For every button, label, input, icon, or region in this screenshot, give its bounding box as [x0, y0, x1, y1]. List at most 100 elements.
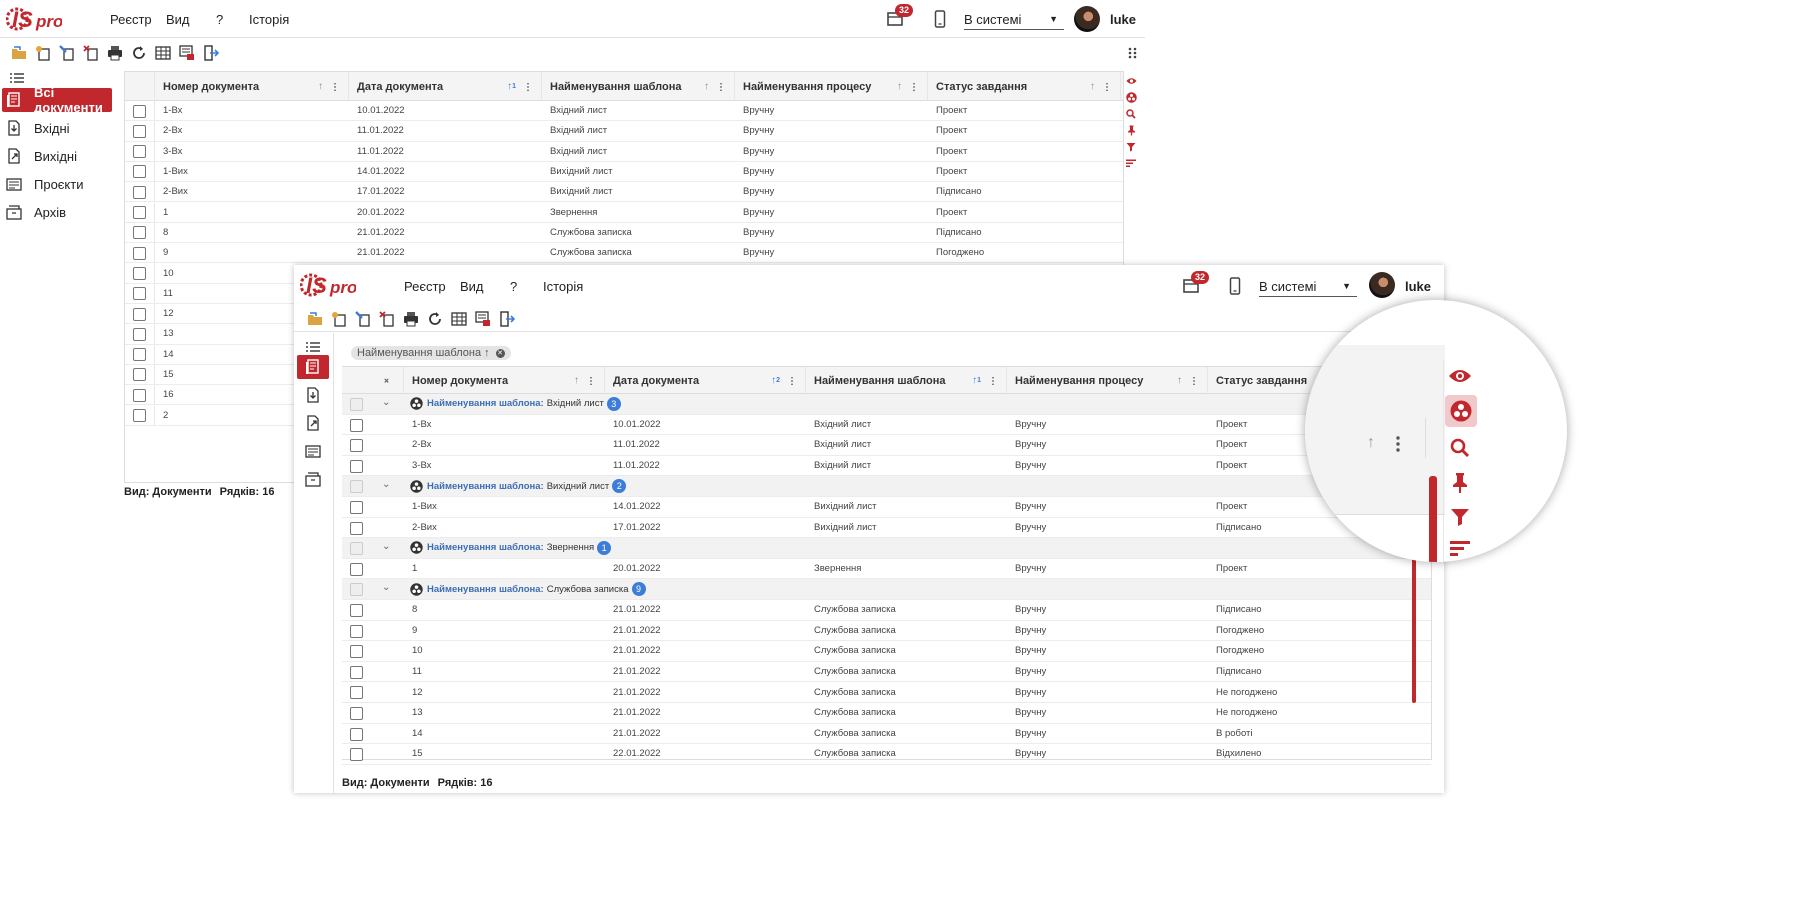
zoom-filter-icon[interactable]: [1450, 507, 1470, 532]
eye-icon[interactable]: [1125, 75, 1137, 87]
column-header[interactable]: Найменування процесу ↑ ⋯: [1007, 367, 1208, 394]
menu-item-3[interactable]: Історія: [249, 12, 289, 27]
row-checkbox[interactable]: [133, 307, 146, 321]
column-header[interactable]: Номер документа ↑ ⋯: [155, 72, 349, 101]
row-checkbox[interactable]: [133, 185, 146, 199]
table-row[interactable]: 1-Вх 10.01.2022 Вхідний лист Вручну Проект: [342, 415, 1431, 436]
sort-asc-icon[interactable]: ↑: [574, 375, 579, 386]
status-select[interactable]: В системі ▼: [1259, 279, 1357, 297]
exit-icon[interactable]: [498, 310, 516, 328]
avatar[interactable]: [1074, 6, 1100, 32]
group-icon[interactable]: [1125, 92, 1137, 104]
row-checkbox[interactable]: [133, 206, 146, 219]
row-checkbox[interactable]: [133, 145, 146, 159]
table-row[interactable]: 2-Вих 17.01.2022 Вихідний лист Вручну Підпис…: [125, 182, 1123, 203]
remove-chip-icon[interactable]: ✕: [495, 348, 505, 358]
row-checkbox[interactable]: [133, 124, 146, 138]
avatar[interactable]: [1369, 272, 1395, 298]
column-header[interactable]: Номер документа ↑ ⋯: [404, 367, 605, 394]
menu-item-1[interactable]: Вид: [460, 279, 484, 294]
nav-item-0[interactable]: [297, 355, 329, 379]
group-row[interactable]: ⌄ Найменування шаблона: Службова записка 9: [342, 579, 1431, 600]
row-checkbox[interactable]: [133, 287, 146, 301]
group-row[interactable]: ⌄ Найменування шаблона: Вхідний лист 3: [342, 394, 1431, 415]
zoom-group-icon[interactable]: [1445, 395, 1477, 427]
nav-item-1[interactable]: [297, 383, 329, 407]
group-row[interactable]: ⌄ Найменування шаблона: Вихідний лист 2: [342, 476, 1431, 497]
nav-item-3[interactable]: [297, 439, 329, 463]
table-row[interactable]: 12 21.01.2022 Службова записка Вручну Не пог…: [342, 682, 1431, 703]
column-menu-icon[interactable]: ⋯: [1188, 376, 1199, 385]
menu-item-3[interactable]: Історія: [543, 279, 583, 294]
row-checkbox[interactable]: [350, 707, 363, 720]
column-menu-icon[interactable]: ⋯: [585, 376, 596, 385]
table-row[interactable]: 9 21.01.2022 Службова записка Вручну Погодже…: [125, 243, 1123, 264]
table-row[interactable]: 13 21.01.2022 Службова записка Вручну Не пог…: [342, 703, 1431, 724]
group-checkbox[interactable]: [350, 398, 363, 411]
row-checkbox[interactable]: [350, 521, 363, 535]
row-checkbox[interactable]: [133, 226, 146, 240]
nav-item-2[interactable]: Вихідні: [2, 144, 112, 168]
column-header[interactable]: Статус завдання ↑ ⋯: [928, 72, 1121, 101]
table-row[interactable]: 8 21.01.2022 Службова записка Вручну Підписа…: [342, 600, 1431, 621]
table-row[interactable]: 1 20.01.2022 Звернення Вручну Проект: [342, 559, 1431, 580]
notifications-icon[interactable]: 32: [885, 4, 914, 32]
pin-icon[interactable]: [1125, 125, 1137, 137]
zoom-sort-lines-icon[interactable]: [1450, 540, 1470, 562]
nav-item-4[interactable]: Архів: [2, 200, 112, 224]
table-row[interactable]: 1-Вих 14.01.2022 Вихідний лист Вручну Проект: [342, 497, 1431, 518]
row-checkbox[interactable]: [133, 165, 146, 179]
apps-grid-icon[interactable]: [1128, 46, 1138, 64]
sort-asc-icon[interactable]: ↑: [897, 81, 902, 92]
edit-document-icon[interactable]: [58, 44, 76, 62]
table-row[interactable]: 14 21.01.2022 Службова записка Вручну В робо…: [342, 724, 1431, 745]
row-checkbox[interactable]: [350, 439, 363, 453]
group-chip[interactable]: Найменування шаблона ↑ ✕: [351, 346, 511, 360]
group-checkbox[interactable]: [350, 583, 363, 597]
zoom-eye-icon[interactable]: [1448, 368, 1472, 389]
sort-asc-icon[interactable]: ↑: [1177, 375, 1182, 386]
column-menu-icon[interactable]: ⋯: [329, 82, 340, 91]
exit-icon[interactable]: [202, 44, 220, 62]
table-row[interactable]: 2-Вх 11.01.2022 Вхідний лист Вручну Проект: [342, 435, 1431, 456]
row-checkbox[interactable]: [133, 104, 146, 118]
collapse-group-icon[interactable]: ⌄: [382, 541, 390, 552]
table-row[interactable]: 10 21.01.2022 Службова записка Вручну Погодж…: [342, 641, 1431, 662]
print-icon[interactable]: [106, 44, 124, 62]
row-checkbox[interactable]: [133, 409, 146, 422]
notifications-icon[interactable]: 32: [1181, 271, 1210, 299]
mobile-icon[interactable]: [934, 10, 946, 33]
sort-asc-icon[interactable]: ↑: [1090, 81, 1095, 92]
export-icon[interactable]: [474, 310, 492, 328]
table-row[interactable]: 11 21.01.2022 Службова записка Вручну Підпис…: [342, 662, 1431, 683]
nav-item-1[interactable]: Вхідні: [2, 116, 112, 140]
table-row[interactable]: 2-Вих 17.01.2022 Вихідний лист Вручну Підпис…: [342, 518, 1431, 539]
group-checkbox[interactable]: [350, 542, 363, 556]
column-header[interactable]: Дата документа ↑ 2 ⋯: [605, 367, 806, 394]
nav-item-2[interactable]: [297, 411, 329, 435]
expand-all-icon[interactable]: ⌄ ⌃: [383, 373, 391, 388]
zoom-search-icon[interactable]: [1450, 438, 1470, 463]
column-header[interactable]: Найменування шаблона ↑ ⋯: [542, 72, 735, 101]
export-icon[interactable]: [178, 44, 196, 62]
collapse-group-icon[interactable]: ⌄: [382, 397, 390, 408]
group-checkbox[interactable]: [350, 480, 363, 494]
group-row[interactable]: ⌄ Найменування шаблона: Звернення 1: [342, 538, 1431, 559]
edit-document-icon[interactable]: [354, 310, 372, 328]
sort-asc-icon[interactable]: ↑: [704, 81, 709, 92]
row-checkbox[interactable]: [133, 327, 146, 341]
collapse-group-icon[interactable]: ⌄: [382, 582, 390, 593]
menu-item-0[interactable]: Реєстр: [110, 12, 152, 27]
column-menu-icon[interactable]: ⋯: [715, 82, 726, 91]
status-select[interactable]: В системі ▼: [964, 12, 1064, 30]
nav-item-3[interactable]: Проєкти: [2, 172, 112, 196]
menu-item-2[interactable]: ?: [216, 12, 223, 27]
row-checkbox[interactable]: [350, 727, 363, 741]
table-row[interactable]: 1 20.01.2022 Звернення Вручну Проект: [125, 202, 1123, 223]
column-menu-icon[interactable]: ⋯: [987, 376, 998, 385]
menu-item-0[interactable]: Реєстр: [404, 279, 446, 294]
row-checkbox[interactable]: [350, 686, 363, 700]
column-menu-icon[interactable]: ⋯: [786, 376, 797, 385]
row-checkbox[interactable]: [350, 604, 363, 617]
sort-icon[interactable]: [1125, 158, 1137, 170]
